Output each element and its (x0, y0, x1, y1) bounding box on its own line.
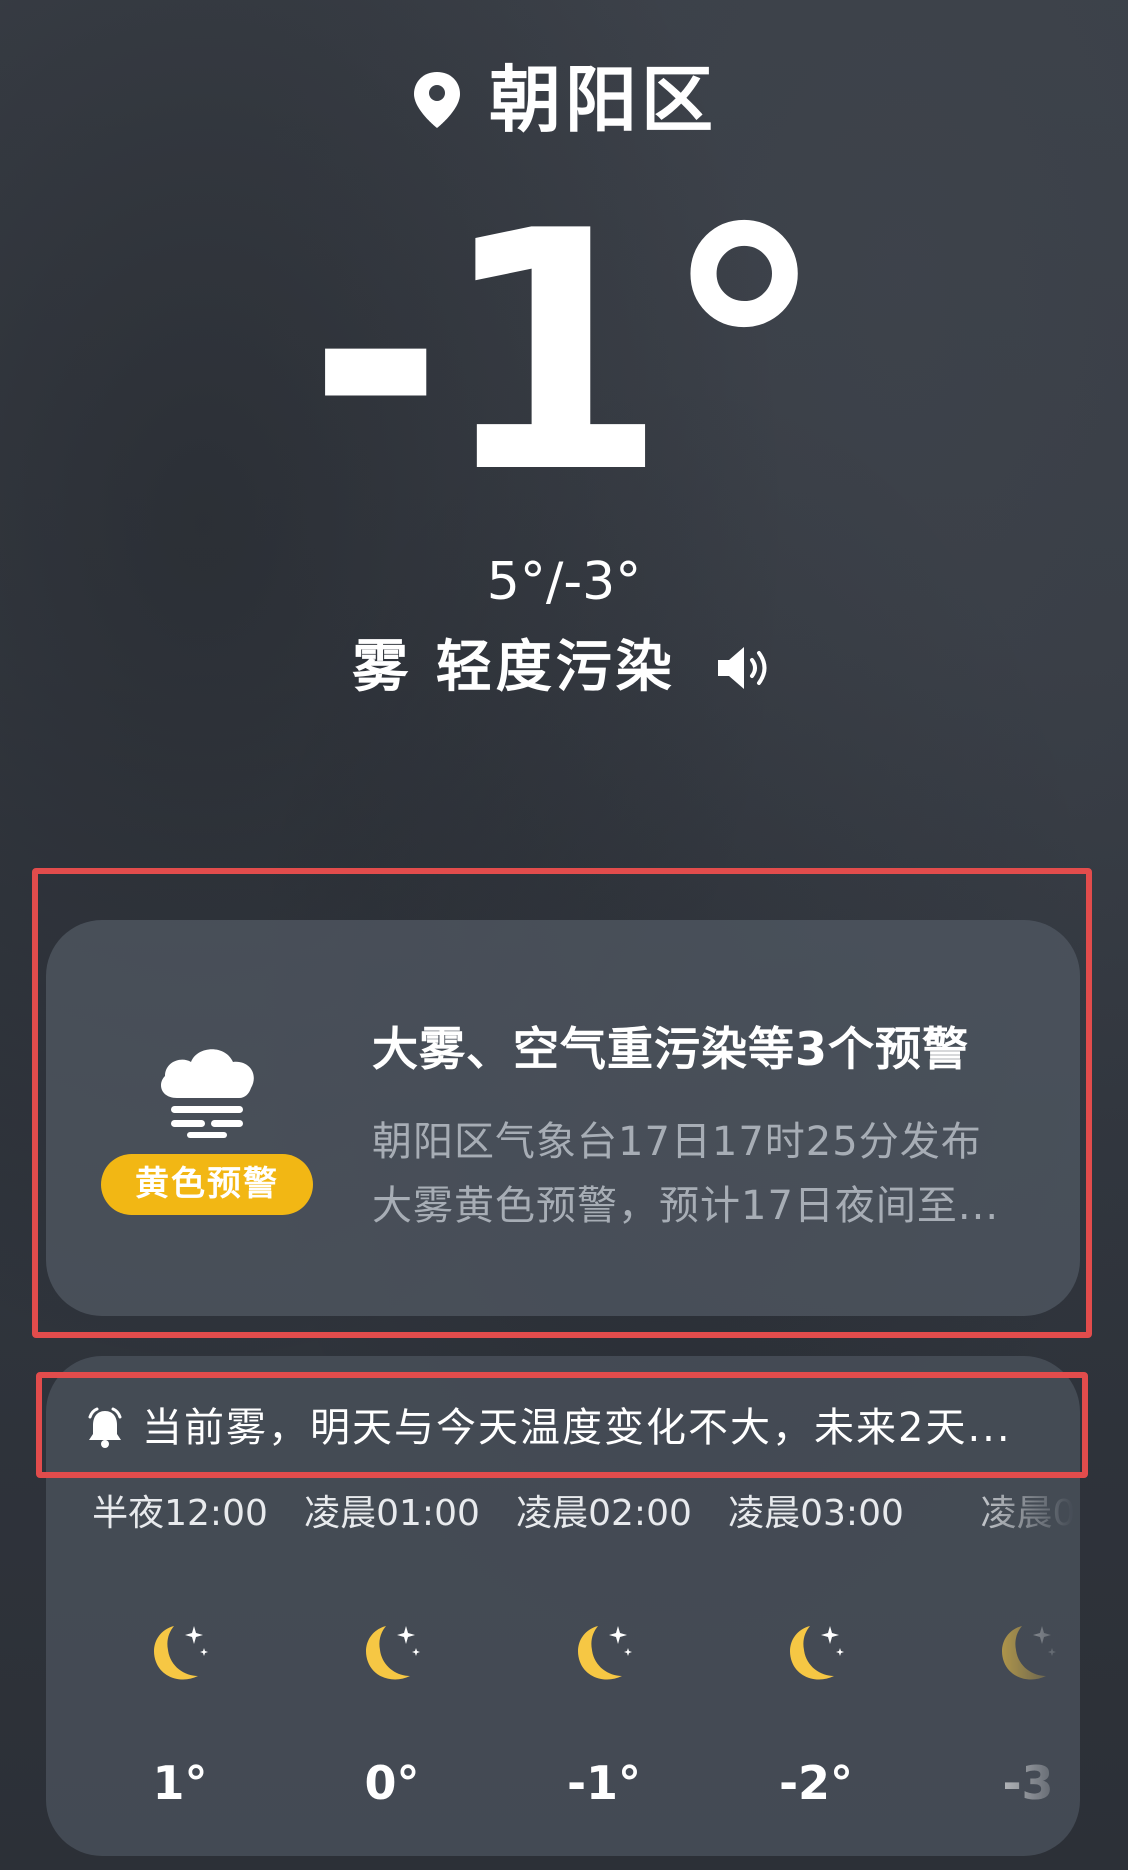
condition-row: 雾 轻度污染 (0, 640, 1128, 696)
location-pin-icon (413, 72, 460, 128)
current-temperature: -1° (307, 161, 827, 545)
moon-icon (1002, 1626, 1056, 1680)
alert-description: 朝阳区气象台17日17时25分发布 大雾黄色预警，预计17日夜间至... (372, 1110, 1072, 1238)
fog-icon (161, 1049, 254, 1138)
moon-icon (366, 1626, 420, 1680)
hour-time: 凌晨01:00 (304, 1493, 480, 1534)
hour-time: 凌晨03:00 (728, 1493, 904, 1534)
alert-icon-group: 黄色预警 (92, 1028, 322, 1215)
hour-time: 凌晨0 (980, 1493, 1076, 1534)
alert-level-badge: 黄色预警 (101, 1154, 313, 1215)
bell-icon (88, 1407, 122, 1448)
forecast-summary-text: 当前雾，明天与今天温度变化不大，未来2天... (142, 1405, 1012, 1451)
hour-time: 半夜12:00 (92, 1493, 268, 1534)
moon-icon (578, 1626, 632, 1680)
hour-item[interactable]: 凌晨02:00 -1° (498, 1492, 710, 1806)
hourly-forecast-panel: 当前雾，明天与今天温度变化不大，未来2天... 半夜12:00 1° 凌晨01:… (46, 1356, 1080, 1856)
hour-time: 凌晨02:00 (516, 1493, 692, 1534)
hour-item[interactable]: 凌晨0 -3 (922, 1492, 1080, 1806)
hour-temperature: -2° (778, 1756, 854, 1806)
location-header[interactable]: 朝阳区 (0, 64, 1128, 136)
hour-temperature: 1° (152, 1756, 208, 1806)
hour-temperature: 0° (364, 1756, 420, 1806)
condition-text: 雾 轻度污染 (352, 635, 676, 700)
hour-item[interactable]: 凌晨01:00 0° (286, 1492, 498, 1806)
hour-temperature: -1° (566, 1756, 642, 1806)
alert-description-line: 朝阳区气象台17日17时25分发布 (372, 1119, 982, 1165)
alert-description-line: 大雾黄色预警，预计17日夜间至... (372, 1183, 1000, 1229)
speaker-icon[interactable] (714, 643, 776, 693)
hour-item[interactable]: 凌晨03:00 -2° (710, 1492, 922, 1806)
moon-icon (790, 1626, 844, 1680)
hour-temperature: -3 (1002, 1756, 1054, 1806)
weather-alert-card[interactable]: 黄色预警 大雾、空气重污染等3个预警 朝阳区气象台17日17时25分发布 大雾黄… (46, 920, 1080, 1316)
alert-title: 大雾、空气重污染等3个预警 (372, 1022, 970, 1076)
forecast-summary[interactable]: 当前雾，明天与今天温度变化不大，未来2天... (86, 1404, 1046, 1452)
moon-icon (154, 1626, 208, 1680)
hourly-list[interactable]: 半夜12:00 1° 凌晨01:00 0° 凌晨02:00 -1° 凌晨03:0… (74, 1492, 1080, 1806)
hour-item[interactable]: 半夜12:00 1° (74, 1492, 286, 1806)
location-name: 朝阳区 (488, 58, 717, 142)
temperature-range: 5°/-3° (486, 552, 642, 612)
